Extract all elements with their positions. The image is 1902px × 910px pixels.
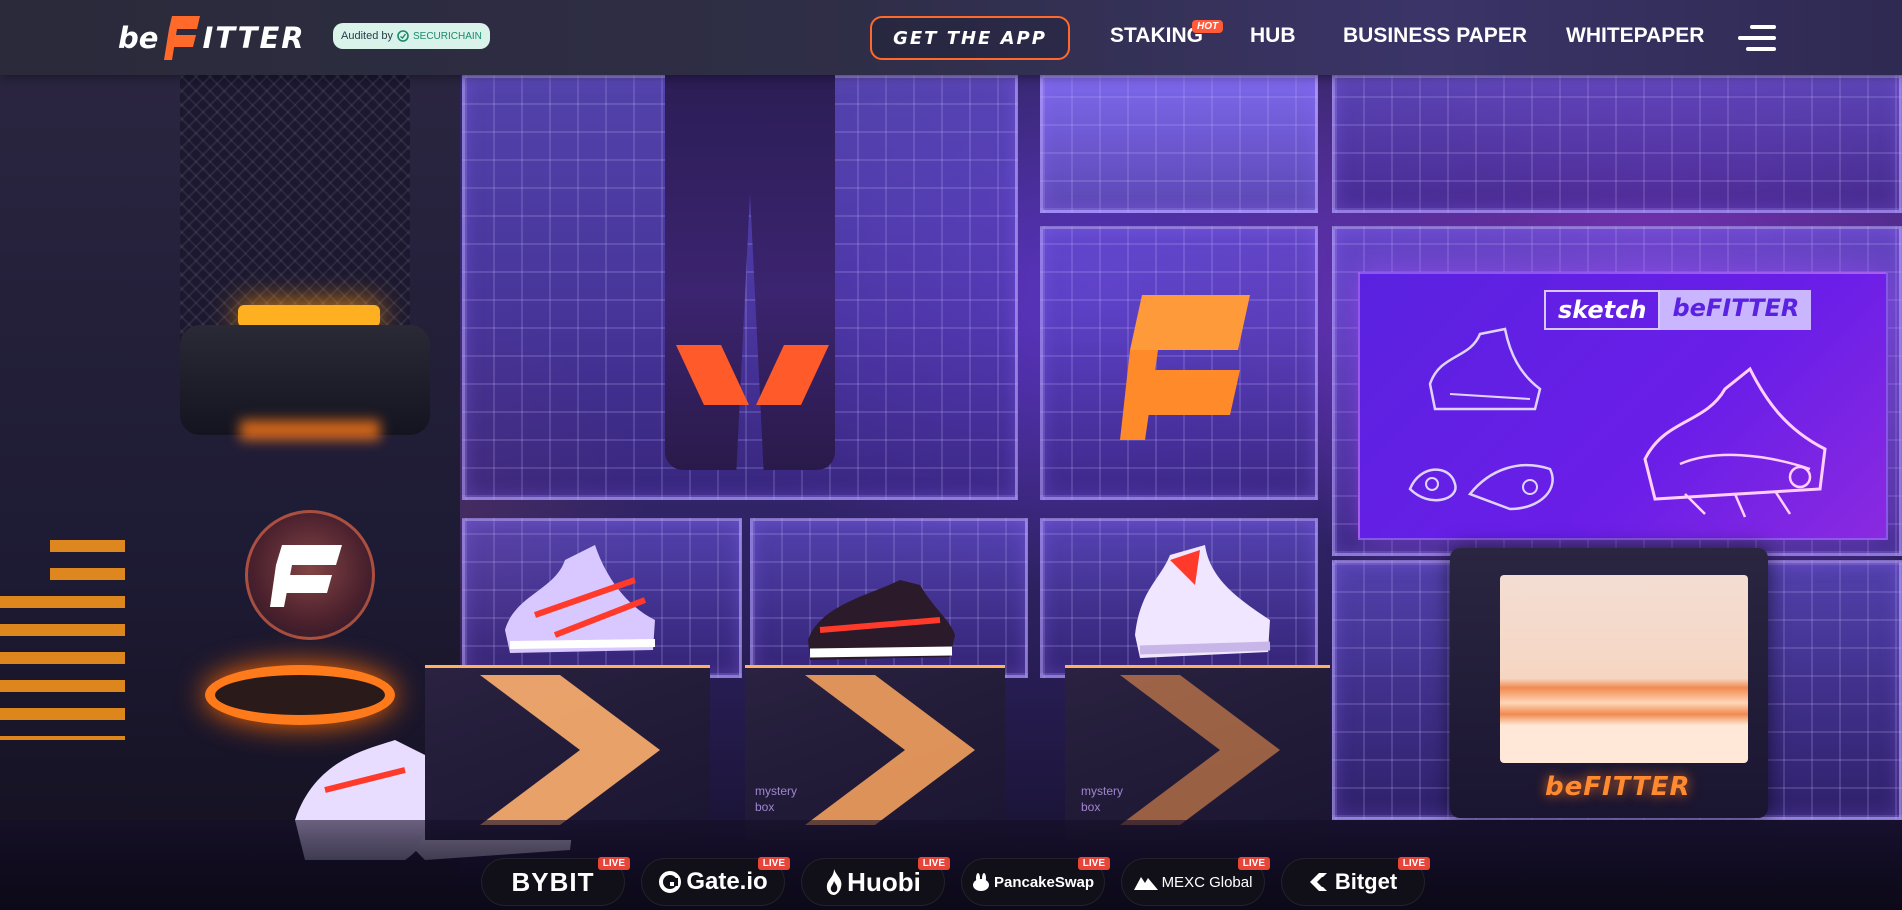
exchange-mexc[interactable]: MEXC Global LIVE [1121,857,1270,906]
befitter-f-logo-icon [1120,295,1250,440]
sketch-poster: sketch beFITTER [1358,272,1888,540]
sneaker-model-3-icon [1135,545,1271,658]
sneaker-model-2-icon [808,580,955,660]
exchange-huobi[interactable]: Huobi LIVE [801,857,950,906]
chevron-glow-icon [805,675,975,825]
audit-prefix: Audited by [341,30,393,42]
shoe-sketch-icon [1428,327,1542,411]
exchange-name: Gate.io [686,868,768,895]
exchange-list: BYBIT LIVE Gate.io LIVE Huobi LIVE Panca… [481,857,1431,908]
exchange-name: BYBIT [511,866,595,897]
hamburger-menu-icon[interactable] [1736,25,1776,53]
exchange-gate-io[interactable]: Gate.io LIVE [641,857,790,906]
poster-label-right: beFITTER [1660,290,1812,330]
large-shoe-sketch-icon [1643,366,1827,518]
exchange-name: Huobi [847,866,921,897]
shoe-parts-sketch-icon [1408,464,1554,511]
nav-link-whitepaper[interactable]: WHITEPAPER [1566,24,1704,48]
mystery-box-label: mystery box [755,783,797,815]
site-header: be ITTER Audited by SECURICHAIN GET THE … [0,0,1902,75]
live-badge: LIVE [597,857,630,870]
logo-itter-text: ITTER [202,21,306,55]
mystery-box-label-line1: mystery [755,784,797,798]
exchange-name: PancakeSwap [993,873,1095,891]
display-cube-upper-right [1332,75,1902,213]
flame-icon [825,869,843,895]
nav-link-hub[interactable]: HUB [1250,24,1296,48]
gate-icon [658,870,682,894]
logo-be-text: be [118,21,159,55]
orb-f-logo-icon [270,545,342,607]
audit-brand: SECURICHAIN [412,30,482,42]
sneaker-model-1-icon [505,545,656,653]
live-badge: LIVE [757,857,790,870]
live-badge: LIVE [1397,857,1430,870]
chevron-glow-icon [480,675,660,825]
poster-label: sketch beFITTER [1544,290,1812,330]
exchange-bitget[interactable]: Bitget LIVE [1281,857,1430,906]
mystery-box-label-line2: box [1081,800,1101,814]
live-badge: LIVE [1237,857,1270,870]
securichain-icon [397,30,409,42]
logo-f-mark-icon [164,16,201,60]
lamp-light [238,305,380,327]
exchange-bybit[interactable]: BYBIT LIVE [481,857,630,906]
nav-link-staking[interactable]: STAKING [1110,24,1203,48]
menu-line-3 [1746,47,1776,51]
lamp-glow [240,420,380,440]
lamp-housing [180,325,430,435]
exchange-name: MEXC Global [1161,873,1253,891]
chevron-glow-icon [1120,675,1280,825]
display-cube-top [1040,75,1318,213]
mountain-icon [1133,874,1158,890]
hot-badge: HOT [1192,20,1224,33]
live-badge: LIVE [917,857,950,870]
exchange-pancakeswap[interactable]: PancakeSwap LIVE [961,857,1110,906]
bunny-icon [972,873,990,891]
menu-line-1 [1750,25,1776,29]
get-the-app-button[interactable]: GET THE APP [870,16,1070,60]
nav-link-business-paper[interactable]: BUSINESS PAPER [1343,24,1527,48]
exchange-name: Bitget [1334,869,1398,894]
befitter-logo[interactable]: be ITTER [118,15,306,61]
mystery-box-label-line1: mystery [1081,784,1123,798]
tv-screen [1500,575,1748,763]
bitget-icon [1309,871,1331,893]
poster-label-left: sketch [1544,290,1661,330]
mystery-box-label-line2: box [755,800,775,814]
menu-line-2 [1738,36,1776,40]
audit-badge[interactable]: Audited by SECURICHAIN [333,23,490,49]
tv-befitter-logo: beFITTER [1545,772,1691,802]
mystery-box-label: mystery box [1081,783,1123,815]
live-badge: LIVE [1077,857,1110,870]
hero-scene: sketch beFITTER mystery box mystery box … [0,0,1902,910]
